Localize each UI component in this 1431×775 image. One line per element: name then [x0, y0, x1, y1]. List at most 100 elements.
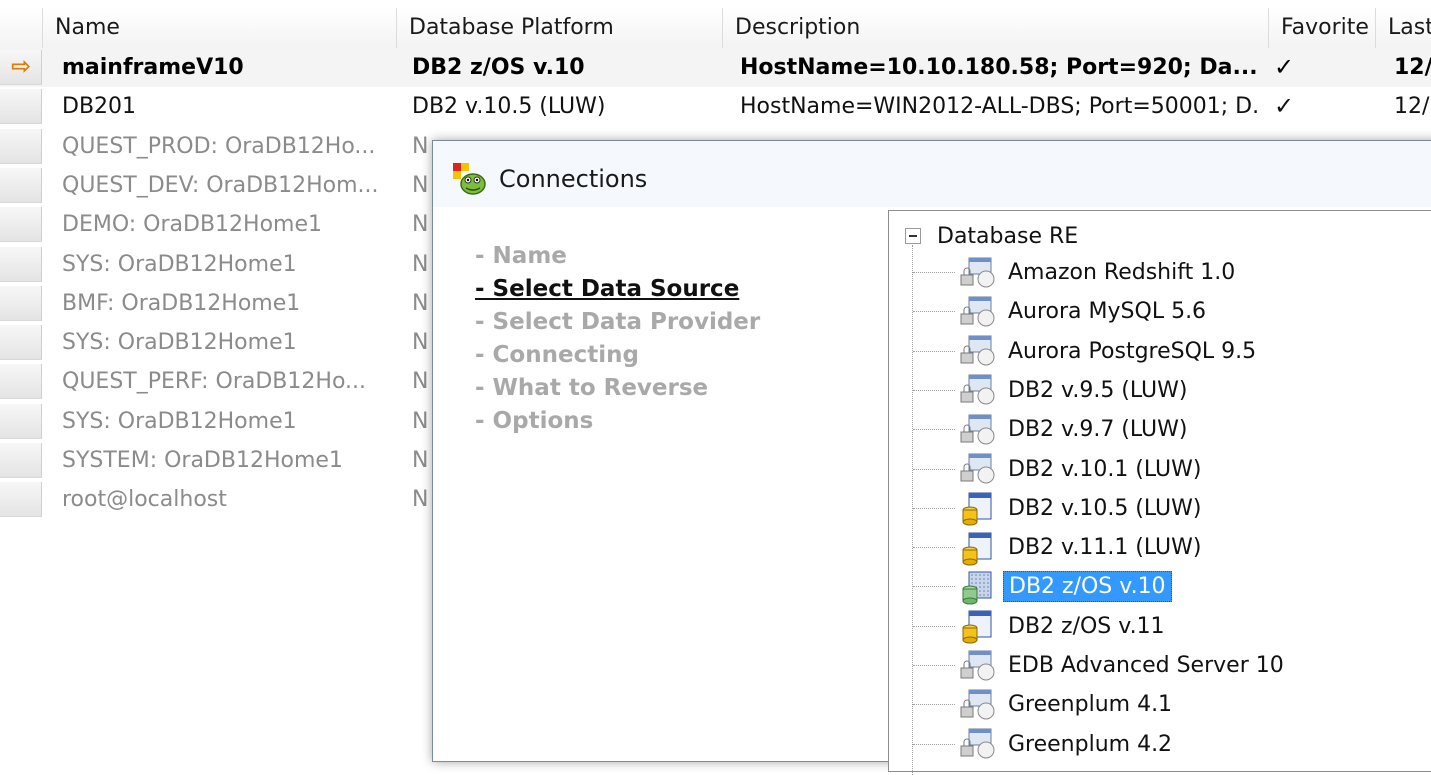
tree-connector — [913, 350, 955, 352]
cell-name: SYS: OraDB12Home1 — [62, 408, 297, 434]
tree-item-label: Greenplum 4.2 — [1008, 731, 1173, 757]
row-selector[interactable] — [0, 89, 42, 125]
row-selector[interactable] — [0, 403, 42, 439]
tree-item[interactable]: DB2 v.10.1 (LUW) — [913, 450, 1207, 489]
locked-db-icon — [960, 335, 995, 366]
locked-db-icon — [960, 728, 995, 759]
cell-name: DB201 — [62, 94, 137, 120]
locked-db-icon — [960, 414, 995, 445]
tree-connector — [913, 704, 955, 706]
tree-item-label: Amazon Redshift 1.0 — [1008, 260, 1236, 285]
locked-db-icon — [960, 374, 995, 405]
tree-item-label: DB2 v.9.5 (LUW) — [1008, 377, 1188, 403]
dialog-title: Connections — [499, 165, 648, 193]
dialog-titlebar[interactable]: Connections — [433, 141, 1431, 207]
cell-name: root@localhost — [62, 487, 227, 513]
wizard-step[interactable]: - Connecting — [475, 339, 760, 372]
cell-name: QUEST_DEV: OraDB12Hom... — [62, 172, 379, 198]
column-header-last[interactable]: Last — [1376, 8, 1431, 48]
tree-item-label: DB2 z/OS v.11 — [1008, 613, 1165, 639]
wizard-step[interactable]: - Select Data Provider — [475, 306, 760, 339]
cell-name: SYS: OraDB12Home1 — [62, 251, 297, 277]
row-selector[interactable] — [0, 482, 42, 518]
cell-name: DEMO: OraDB12Home1 — [62, 212, 322, 238]
tree-item[interactable]: EDB Advanced Server 10 — [913, 646, 1289, 685]
favorite-check-icon[interactable]: ✓ — [1274, 87, 1334, 126]
cell-platform: DB2 z/OS v.10 — [412, 55, 585, 80]
tree-item-label: EDB Advanced Server 10 — [1008, 653, 1284, 678]
tree-root-label: Database RE — [937, 223, 1079, 249]
tree-item-label: DB2 v.10.5 (LUW) — [1008, 495, 1202, 521]
db-icon — [962, 532, 992, 566]
wizard-step[interactable]: - Name — [475, 240, 760, 273]
tree-item[interactable]: DB2 z/OS v.11 — [913, 607, 1170, 646]
row-selector[interactable] — [0, 246, 42, 282]
tree-item[interactable]: Amazon Redshift 1.0 — [913, 253, 1240, 292]
tree-connector — [913, 429, 955, 431]
dialog-body: - Name - Select Data Source - Select Data … — [447, 207, 1431, 775]
tree-item[interactable]: DB2 v.11.1 (LUW) — [913, 528, 1207, 567]
tree-item-label: Aurora MySQL 5.6 — [1008, 299, 1207, 325]
tree-connector — [913, 547, 955, 549]
cell-name: SYS: OraDB12Home1 — [62, 330, 297, 356]
tree-item-label: DB2 v.9.7 (LUW) — [1008, 417, 1188, 443]
tree-item-label: Aurora PostgreSQL 9.5 — [1008, 338, 1257, 364]
db-icon — [962, 492, 992, 526]
cell-name: QUEST_PROD: OraDB12Ho... — [62, 133, 376, 159]
tree-item[interactable]: DB2 v.9.7 (LUW) — [913, 410, 1193, 449]
tree-item[interactable]: DB2 v.10.5 (LUW) — [913, 489, 1207, 528]
tree-item[interactable]: DB2 v.9.5 (LUW) — [913, 371, 1193, 410]
tree-item[interactable]: Greenplum 4.1 — [913, 685, 1177, 724]
tree-connector — [913, 468, 955, 470]
tree-connector — [913, 665, 955, 666]
cell-name: BMF: OraDB12Home1 — [62, 290, 301, 316]
cell-description: HostName=10.10.180.58; Port=920; Da... — [740, 55, 1258, 80]
cell-last: 12/ — [1394, 94, 1430, 120]
wizard-step[interactable]: - Options — [475, 405, 760, 438]
column-header-platform[interactable]: Database Platform — [397, 8, 723, 48]
row-selector[interactable] — [0, 207, 42, 243]
row-selector[interactable] — [0, 325, 42, 361]
cell-name: mainframeV10 — [62, 55, 244, 80]
connections-app-icon — [453, 163, 486, 195]
table-row[interactable]: DB201 DB2 v.10.5 (LUW) HostName=WIN2012-… — [0, 87, 1431, 126]
connections-dialog: Connections - Name - Select Data Source - … — [432, 140, 1431, 775]
tree-item[interactable]: Aurora MySQL 5.6 — [913, 292, 1211, 331]
row-selector[interactable] — [0, 285, 42, 321]
collapse-icon[interactable] — [905, 228, 921, 244]
locked-db-icon — [960, 296, 995, 327]
tree-item-label: DB2 z/OS v.10 — [1003, 571, 1172, 603]
mainframe-db-icon — [962, 571, 992, 605]
tree-item[interactable]: Aurora PostgreSQL 9.5 — [913, 332, 1261, 371]
row-selector[interactable] — [0, 128, 42, 164]
grid-header: Name Database Platform Description Favor… — [0, 8, 1431, 49]
locked-db-icon — [960, 453, 995, 484]
row-selector[interactable] — [0, 443, 42, 478]
tree-item-label: DB2 v.10.1 (LUW) — [1008, 456, 1202, 482]
cell-platform: DB2 v.10.5 (LUW) — [412, 94, 606, 120]
tree-item[interactable]: Greenplum 4.2 — [913, 725, 1177, 764]
column-header-name[interactable]: Name — [43, 8, 397, 48]
tree-root[interactable]: Database RE — [905, 219, 1078, 253]
tree-item-label: DB2 v.11.1 (LUW) — [1008, 535, 1202, 561]
cell-last: 12/ — [1394, 55, 1431, 80]
tree-item[interactable]: DB2 z/OS v.10 — [913, 567, 1172, 606]
row-selector[interactable] — [0, 167, 42, 203]
tree-connector — [913, 311, 955, 313]
tree-item-label: Greenplum 4.1 — [1008, 692, 1173, 718]
tree-connector — [913, 507, 955, 509]
cell-name: QUEST_PERF: OraDB12Ho... — [62, 369, 366, 395]
row-selector[interactable] — [0, 364, 42, 400]
data-source-tree[interactable]: Database RE Amazon Redshift 1.0 Aurora M… — [888, 210, 1431, 775]
tree-connector — [913, 586, 955, 588]
tree-connector — [913, 625, 955, 627]
column-header-description[interactable]: Description — [723, 8, 1269, 48]
wizard-step[interactable]: - Select Data Source — [475, 273, 760, 306]
table-row[interactable]: ⇨ mainframeV10 DB2 z/OS v.10 HostName=10… — [0, 48, 1431, 87]
column-header-favorite[interactable]: Favorite — [1269, 8, 1376, 48]
wizard-step[interactable]: - What to Reverse — [475, 372, 760, 405]
row-selector[interactable]: ⇨ — [0, 50, 42, 85]
favorite-check-icon[interactable]: ✓ — [1274, 48, 1334, 87]
tree-connector — [913, 389, 955, 391]
db-icon — [962, 610, 992, 644]
